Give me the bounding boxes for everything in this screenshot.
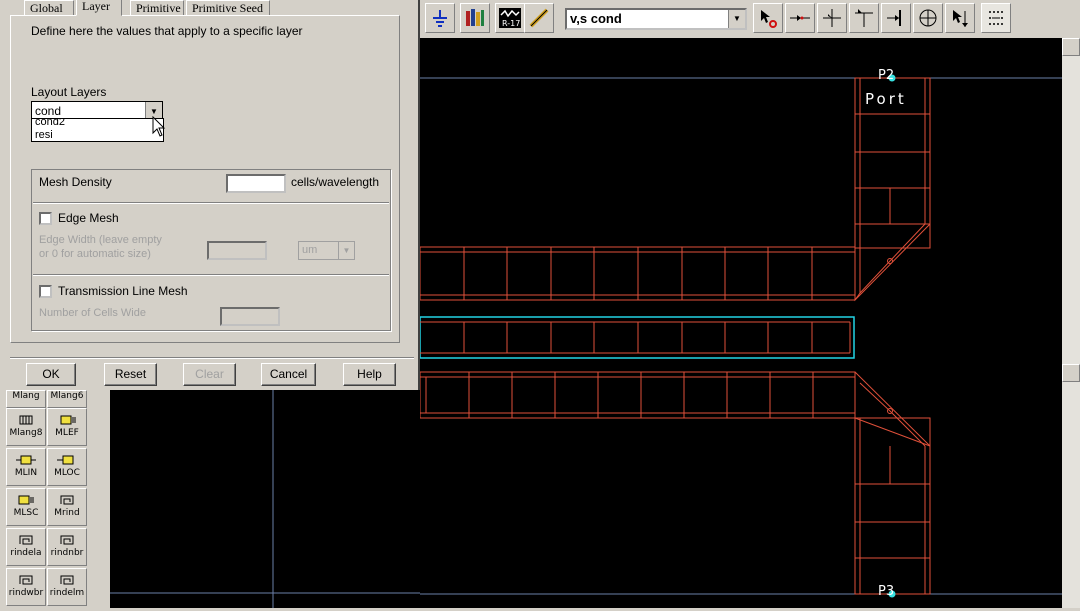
tab-primitive-seed[interactable]: Primitive Seed	[186, 0, 270, 16]
chevron-down-icon[interactable]: ▼	[728, 10, 745, 28]
divider	[10, 357, 414, 359]
layout-drawing	[420, 74, 1062, 598]
tee-icon[interactable]	[849, 3, 879, 33]
cross-bar-icon[interactable]	[881, 3, 911, 33]
mesh-density-input[interactable]	[226, 174, 286, 193]
lower-canvas[interactable]	[110, 390, 420, 608]
palette-item-rindnbr[interactable]: rindnbr	[47, 528, 87, 566]
mouse-cursor-icon	[152, 116, 166, 137]
layer-combo[interactable]: v,s cond ▼	[565, 8, 747, 30]
ground-icon[interactable]	[425, 3, 455, 33]
palette-item-mloc[interactable]: MLOC	[47, 448, 87, 486]
scroll-thumb[interactable]	[1062, 364, 1080, 382]
cells-wide-label: Number of Cells Wide	[39, 307, 146, 319]
pencil-icon[interactable]	[524, 3, 554, 33]
mesh-properties-dialog: Global Layer Primitive Primitive Seed De…	[0, 0, 420, 392]
layout-layers-dropdown-list: cond2 resi	[31, 118, 164, 142]
palette-item-mlang6[interactable]: Mlang6	[47, 390, 87, 408]
clear-button[interactable]: Clear	[183, 363, 236, 386]
component-palette: Mlang Mlang6 Mlang8 MLEF MLIN MLOC MLSC …	[0, 390, 110, 608]
tab-layer[interactable]: Layer	[76, 0, 122, 16]
rindela-icon	[19, 535, 33, 545]
layout-toolbar: R-17 v,s cond ▼	[420, 0, 1080, 38]
rindnbr-icon	[60, 535, 74, 545]
palette-item-mlin[interactable]: MLIN	[6, 448, 46, 486]
port-label: Port	[865, 90, 907, 108]
snap-icon[interactable]	[945, 3, 975, 33]
palette-item-rindela[interactable]: rindela	[6, 528, 46, 566]
vertical-scrollbar[interactable]	[1062, 38, 1080, 608]
reset-button[interactable]: Reset	[104, 363, 157, 386]
pin-label-p2: P2	[878, 68, 895, 83]
tab-global[interactable]: Global	[24, 0, 74, 16]
palette-item-rindwbr[interactable]: rindwbr	[6, 568, 46, 606]
mesh-density-unit: cells/wavelength	[291, 175, 380, 189]
r-17-icon[interactable]: R-17	[495, 3, 525, 33]
dots-icon[interactable]	[981, 3, 1011, 33]
layer-description: Define here the values that apply to a s…	[31, 24, 303, 38]
palette-item-mrind[interactable]: Mrind	[47, 488, 87, 526]
edge-mesh-label: Edge Mesh	[58, 211, 119, 225]
palette-item-mlef[interactable]: MLEF	[47, 408, 87, 446]
transmission-line-mesh-checkbox[interactable]	[39, 285, 52, 298]
mloc-icon	[57, 455, 74, 465]
transmission-line-mesh-label: Transmission Line Mesh	[58, 284, 188, 298]
divider	[33, 274, 389, 276]
palette-item-mlang[interactable]: Mlang	[6, 390, 46, 408]
tab-primitive[interactable]: Primitive	[130, 0, 184, 16]
circle-pin-icon[interactable]	[913, 3, 943, 33]
svg-text:R-17: R-17	[502, 19, 520, 28]
edge-width-label: Edge Width (leave empty	[39, 234, 162, 246]
scroll-up-button[interactable]	[1062, 38, 1080, 56]
divider	[33, 202, 389, 204]
help-button[interactable]: Help	[343, 363, 396, 386]
palette-item-mlsc[interactable]: MLSC	[6, 488, 46, 526]
mesh-density-label: Mesh Density	[39, 175, 112, 189]
rindelm-icon	[60, 575, 74, 585]
pin-label-p3: P3	[878, 584, 895, 599]
list-item[interactable]: cond2	[32, 119, 163, 129]
layout-layers-label: Layout Layers	[31, 85, 107, 99]
insert-pin-icon[interactable]	[785, 3, 815, 33]
cross-icon[interactable]	[817, 3, 847, 33]
edge-width-hint: or 0 for automatic size)	[39, 248, 151, 260]
library-icon[interactable]	[460, 3, 490, 33]
cancel-button[interactable]: Cancel	[261, 363, 316, 386]
mlin-icon	[16, 455, 36, 465]
chevron-down-icon[interactable]: ▼	[338, 242, 354, 259]
rindwbr-icon	[19, 575, 33, 585]
edge-width-unit-select[interactable]: um ▼	[298, 241, 355, 260]
mlang8-icon	[19, 415, 33, 425]
select-origin-icon[interactable]	[753, 3, 783, 33]
palette-item-rindelm[interactable]: rindelm	[47, 568, 87, 606]
edge-mesh-checkbox[interactable]	[39, 212, 52, 225]
mlsc-icon	[18, 495, 34, 505]
mrind-icon	[60, 495, 74, 505]
cells-wide-input[interactable]	[220, 307, 280, 326]
edge-width-input[interactable]	[207, 241, 267, 260]
ok-button[interactable]: OK	[26, 363, 76, 386]
palette-item-mlang8[interactable]: Mlang8	[6, 408, 46, 446]
mlef-icon	[60, 415, 76, 425]
list-item[interactable]: resi	[32, 129, 163, 141]
lower-grid	[110, 390, 420, 608]
layout-canvas[interactable]: P2 Port P3	[420, 38, 1062, 608]
